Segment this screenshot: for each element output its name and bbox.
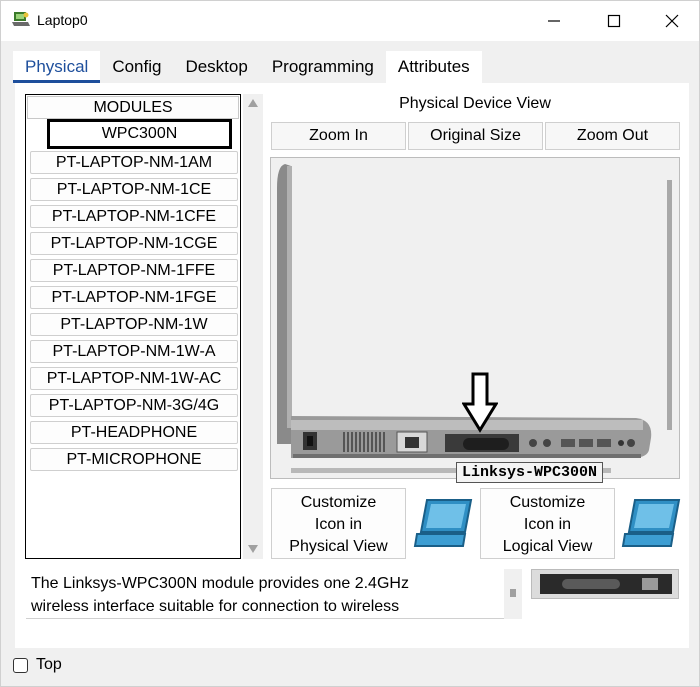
top-label: Top <box>36 656 62 673</box>
module-item[interactable]: PT-LAPTOP-NM-1CFE <box>30 205 238 228</box>
module-item[interactable]: PT-MICROPHONE <box>30 448 238 471</box>
title-bar: Laptop0 <box>1 1 699 41</box>
tab-desktop[interactable]: Desktop <box>173 51 260 83</box>
module-item[interactable]: PT-HEADPHONE <box>30 421 238 444</box>
device-window: Laptop0 Physical Config Desktop Programm… <box>0 0 700 687</box>
module-item[interactable]: PT-LAPTOP-NM-1AM <box>30 151 238 174</box>
module-item[interactable]: PT-LAPTOP-NM-1CE <box>30 178 238 201</box>
wpc300n-card-image <box>532 570 678 598</box>
scroll-thumb[interactable] <box>510 589 516 597</box>
top-checkbox[interactable] <box>13 657 28 673</box>
laptop-icon <box>621 499 681 547</box>
close-button[interactable] <box>649 5 695 37</box>
module-tooltip: Linksys-WPC300N <box>456 462 604 483</box>
scroll-up-icon[interactable] <box>248 99 258 107</box>
modules-header: MODULES <box>27 96 239 119</box>
module-thumbnail <box>531 569 679 599</box>
customize-logical-icon-button[interactable]: Customize Icon in Logical View <box>480 488 615 559</box>
original-size-button[interactable]: Original Size <box>408 122 543 150</box>
tab-config[interactable]: Config <box>100 51 174 83</box>
maximize-button[interactable] <box>591 5 637 37</box>
module-item[interactable]: PT-LAPTOP-NM-1FGE <box>30 286 238 309</box>
tab-physical[interactable]: Physical <box>13 51 101 83</box>
maximize-icon <box>607 14 621 28</box>
customize-physical-line: Icon in <box>314 516 363 533</box>
physical-device-view-title: Physical Device View <box>399 95 551 112</box>
zoom-in-button[interactable]: Zoom In <box>271 122 406 150</box>
minimize-icon <box>548 20 560 22</box>
device-view-canvas[interactable] <box>270 157 680 479</box>
module-item-wpc300n[interactable]: WPC300N <box>47 119 232 149</box>
tab-bar: Physical Config Desktop Programming Attr… <box>13 51 482 83</box>
tab-attributes[interactable]: Attributes <box>385 51 482 83</box>
minimize-button[interactable] <box>531 5 577 37</box>
window-title: Laptop0 <box>37 12 88 28</box>
packet-tracer-laptop-icon <box>12 12 30 26</box>
module-description: The Linksys-WPC300N module provides one … <box>26 569 504 619</box>
top-option[interactable]: Top <box>13 656 62 674</box>
customize-physical-line: Physical View <box>289 538 388 555</box>
tab-programming[interactable]: Programming <box>259 51 386 83</box>
customize-logical-line: Icon in <box>523 516 572 533</box>
description-line: wireless interface suitable for connecti… <box>31 598 400 615</box>
close-icon <box>665 14 679 28</box>
module-item[interactable]: PT-LAPTOP-NM-1W-A <box>30 340 238 363</box>
customize-physical-icon-button[interactable]: Customize Icon in Physical View <box>271 488 406 559</box>
scroll-down-icon[interactable] <box>248 545 258 553</box>
description-scrollbar[interactable] <box>504 569 522 619</box>
module-item[interactable]: PT-LAPTOP-NM-1CGE <box>30 232 238 255</box>
down-arrow-icon <box>462 372 498 433</box>
module-item[interactable]: PT-LAPTOP-NM-1W <box>30 313 238 336</box>
customize-physical-line: Customize <box>300 494 377 511</box>
module-item[interactable]: PT-LAPTOP-NM-1W-AC <box>30 367 238 390</box>
module-item[interactable]: PT-LAPTOP-NM-1FFE <box>30 259 238 282</box>
modules-scrollbar[interactable] <box>243 94 263 559</box>
laptop-icon <box>413 499 473 547</box>
customize-logical-line: Customize <box>509 494 586 511</box>
zoom-out-button[interactable]: Zoom Out <box>545 122 680 150</box>
module-item[interactable]: PT-LAPTOP-NM-3G/4G <box>30 394 238 417</box>
customize-logical-line: Logical View <box>502 538 593 555</box>
description-line: The Linksys-WPC300N module provides one … <box>31 575 409 592</box>
